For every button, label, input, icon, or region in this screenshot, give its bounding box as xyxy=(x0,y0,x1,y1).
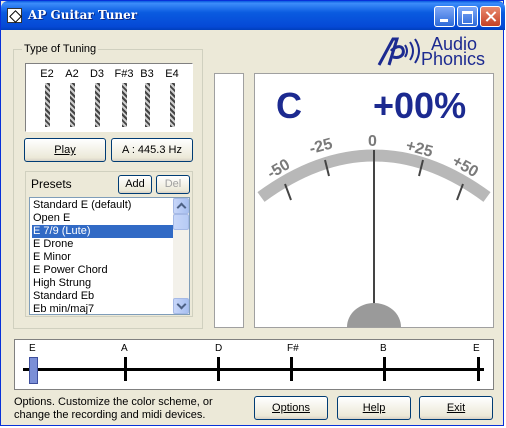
list-item[interactable]: E Power Chord xyxy=(32,264,174,277)
list-item[interactable]: Standard E (default) xyxy=(32,199,174,212)
scroll-thumb[interactable] xyxy=(173,214,189,230)
delete-preset-button[interactable]: Del xyxy=(156,175,190,194)
needle-hub xyxy=(347,303,401,327)
note-track-line xyxy=(23,368,484,371)
note-tick xyxy=(477,357,480,381)
string-a2[interactable] xyxy=(70,83,75,127)
list-item[interactable]: Open E xyxy=(32,212,174,225)
window-title: AP Guitar Tuner xyxy=(28,8,138,22)
level-meter xyxy=(214,73,244,328)
audio-phonics-logo-icon xyxy=(377,37,420,66)
gauge-scale-label: -25 xyxy=(308,135,335,157)
string-f#3[interactable] xyxy=(122,83,127,127)
scroll-up-button[interactable] xyxy=(173,198,189,214)
scroll-down-button[interactable] xyxy=(173,298,189,314)
string-label: A2 xyxy=(65,68,79,80)
add-preset-label: Add xyxy=(125,178,145,190)
cents-display: +00% xyxy=(373,85,467,126)
play-button[interactable]: Play xyxy=(24,138,106,162)
exit-button[interactable]: Exit xyxy=(419,396,493,420)
note-track-label: E xyxy=(29,343,36,354)
list-item[interactable]: E Minor xyxy=(32,251,174,264)
note-tick xyxy=(217,357,220,381)
presets-list[interactable]: Standard E (default) Open E E 7/9 (Lute)… xyxy=(29,197,190,315)
delete-preset-label: Del xyxy=(164,178,182,190)
maximize-button[interactable] xyxy=(457,6,478,27)
list-item[interactable]: Eb min/maj7 xyxy=(32,303,174,314)
exit-button-label: Exit xyxy=(446,402,466,414)
help-button[interactable]: Help xyxy=(337,396,411,420)
close-button[interactable] xyxy=(480,6,501,27)
list-item[interactable]: Standard Eb xyxy=(32,290,174,303)
string-label: D3 xyxy=(89,68,105,80)
list-item[interactable]: High Strung xyxy=(32,277,174,290)
note-track-label: D xyxy=(215,343,223,354)
string-e4[interactable] xyxy=(170,83,175,127)
play-button-label: Play xyxy=(54,144,76,156)
note-track xyxy=(14,339,494,390)
app-window: AP Guitar Tuner Type of Tuning E2 A2 D3 … xyxy=(0,0,505,426)
reference-pitch-label: A : 445.3 Hz xyxy=(122,144,182,156)
string-label: E2 xyxy=(40,68,54,80)
reference-pitch-button[interactable]: A : 445.3 Hz xyxy=(111,138,193,162)
string-label: B3 xyxy=(140,68,154,80)
presets-label: Presets xyxy=(31,177,72,191)
gauge-scale-label: 0 xyxy=(368,133,377,150)
status-info-text: Options. Customize the color scheme, or … xyxy=(14,396,213,421)
string-e2[interactable] xyxy=(45,83,50,127)
help-button-label: Help xyxy=(362,402,386,414)
note-tick xyxy=(290,357,293,381)
current-note-marker xyxy=(29,357,38,384)
options-button-label: Options xyxy=(272,402,310,414)
logo-text-phonics: Phonics xyxy=(421,49,486,69)
app-icon[interactable] xyxy=(7,8,22,23)
add-preset-button[interactable]: Add xyxy=(118,175,152,194)
title-bar[interactable]: AP Guitar Tuner xyxy=(1,1,505,30)
options-button[interactable]: Options xyxy=(254,396,328,420)
note-tick xyxy=(124,357,127,381)
note-track-label: A xyxy=(121,343,128,354)
list-item[interactable]: E 7/9 (Lute) xyxy=(32,225,174,238)
note-track-label: F# xyxy=(287,343,299,354)
note-display: C xyxy=(276,85,302,126)
string-label: F#3 xyxy=(114,68,134,80)
note-track-label: E xyxy=(473,343,480,354)
note-track-label: B xyxy=(380,343,387,354)
string-d3[interactable] xyxy=(95,83,100,127)
tuning-group-label: Type of Tuning xyxy=(22,43,99,55)
string-b3[interactable] xyxy=(145,83,150,127)
minimize-button[interactable] xyxy=(434,6,455,27)
note-tick xyxy=(383,357,386,381)
presets-scrollbar[interactable] xyxy=(173,198,189,314)
string-label: E4 xyxy=(165,68,179,80)
list-item[interactable]: E Drone xyxy=(32,238,174,251)
